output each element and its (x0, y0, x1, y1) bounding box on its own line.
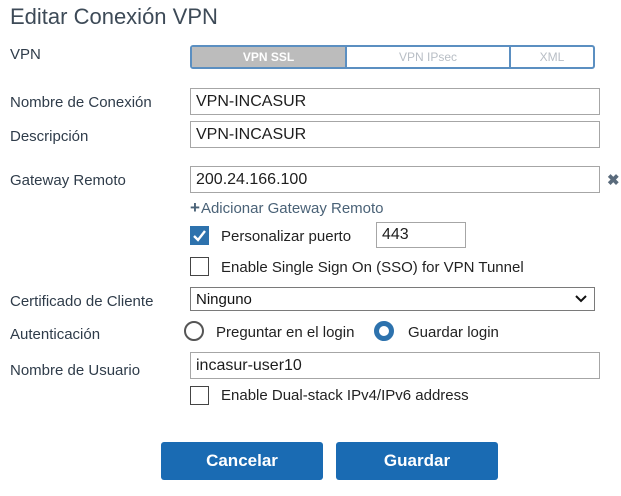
auth-label: Autenticación (10, 326, 101, 343)
chevron-down-icon (575, 295, 587, 303)
auth-option-ask-label: Preguntar en el login (216, 324, 355, 341)
dual-stack-label: Enable Dual-stack IPv4/IPv6 address (221, 387, 469, 404)
connection-name-input[interactable]: VPN-INCASUR (190, 88, 600, 115)
vpn-label: VPN (10, 46, 41, 63)
auth-radio-ask[interactable] (184, 321, 204, 341)
cancel-button[interactable]: Cancelar (161, 442, 323, 480)
username-input[interactable]: incasur-user10 (190, 352, 600, 379)
gateway-input[interactable]: 200.24.166.100 (190, 166, 600, 193)
save-button[interactable]: Guardar (336, 442, 498, 480)
close-icon[interactable]: ✖ (607, 173, 620, 188)
auth-radio-save[interactable] (374, 321, 394, 341)
custom-port-checkbox[interactable] (190, 226, 209, 245)
auth-option-save-label: Guardar login (408, 324, 499, 341)
vpn-option-xml[interactable]: XML (511, 47, 593, 67)
custom-port-input[interactable]: 443 (376, 222, 466, 248)
description-input[interactable]: VPN-INCASUR (190, 121, 600, 148)
plus-icon: + (190, 198, 200, 217)
description-label: Descripción (10, 128, 89, 145)
vpn-option-ssl[interactable]: VPN SSL (192, 47, 347, 67)
client-cert-label: Certificado de Cliente (10, 293, 154, 310)
add-gateway-link[interactable]: + Adicionar Gateway Remoto (190, 198, 384, 218)
vpn-type-selector: VPN SSL VPN IPsec XML (190, 45, 595, 69)
dual-stack-checkbox[interactable] (190, 386, 209, 405)
client-cert-value: Ninguno (196, 290, 252, 308)
sso-checkbox[interactable] (190, 257, 209, 276)
sso-label: Enable Single Sign On (SSO) for VPN Tunn… (221, 259, 524, 276)
connection-name-label: Nombre de Conexión (10, 94, 152, 111)
custom-port-label: Personalizar puerto (221, 228, 352, 245)
checkmark-icon (193, 230, 206, 242)
add-gateway-label: Adicionar Gateway Remoto (200, 199, 384, 217)
client-cert-select[interactable]: Ninguno (190, 287, 595, 311)
vpn-option-ipsec[interactable]: VPN IPsec (347, 47, 511, 67)
page-title: Editar Conexión VPN (10, 4, 218, 29)
gateway-label: Gateway Remoto (10, 172, 126, 189)
username-label: Nombre de Usuario (10, 362, 141, 379)
